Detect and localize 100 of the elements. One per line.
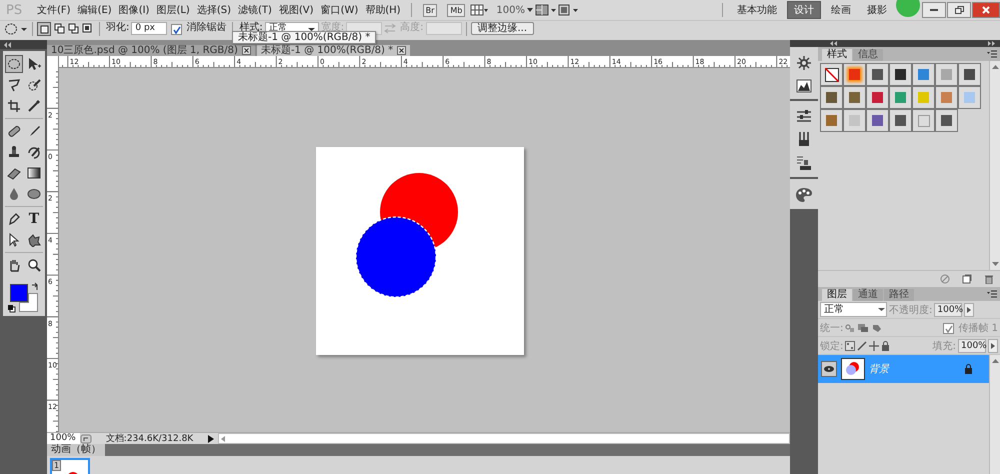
new-style-icon[interactable]	[962, 274, 972, 284]
style-swatch[interactable]	[820, 86, 843, 109]
style-swatch[interactable]	[843, 109, 866, 132]
selection-mode-button[interactable]	[53, 22, 65, 34]
visibility-toggle[interactable]	[821, 361, 837, 377]
vertical-scrollbar[interactable]	[989, 355, 1000, 474]
mini-bridge-button[interactable]: Mb	[447, 4, 466, 16]
background-color-swatch[interactable]	[19, 293, 38, 312]
scroll-up-icon[interactable]	[992, 358, 998, 363]
brush-presets-icon[interactable]	[796, 131, 812, 147]
panel-tab[interactable]: 通道	[853, 289, 883, 301]
menu-item[interactable]: 图像(I)	[116, 3, 152, 17]
close-icon[interactable]	[242, 46, 251, 55]
menu-item[interactable]: 选择(S)	[194, 3, 234, 17]
ellipse-marquee-icon[interactable]	[4, 22, 20, 36]
style-swatch[interactable]	[866, 63, 889, 86]
restore-button[interactable]	[947, 2, 971, 18]
marquee-tool[interactable]	[5, 55, 23, 73]
style-swatch[interactable]	[935, 63, 958, 86]
style-swatch[interactable]	[912, 63, 935, 86]
menu-item[interactable]: 滤镜(T)	[234, 3, 275, 17]
style-swatch[interactable]	[843, 63, 866, 86]
style-swatch[interactable]	[958, 63, 981, 86]
refine-edge-button[interactable]: 调整边缘...	[470, 22, 534, 35]
unify-position-icon[interactable]	[845, 322, 856, 332]
panel-tab[interactable]: 动画（帧）	[47, 444, 105, 456]
close-icon[interactable]	[397, 46, 406, 55]
height-field[interactable]	[426, 22, 462, 35]
workspace-tab[interactable]: 绘画	[825, 2, 857, 18]
anti-alias-checkbox[interactable]	[171, 24, 182, 35]
export-icon[interactable]	[80, 434, 92, 444]
style-swatch[interactable]	[889, 109, 912, 132]
horizontal-scrollbar[interactable]	[218, 433, 790, 444]
stamp-icon[interactable]	[796, 155, 812, 171]
palette-icon[interactable]	[795, 187, 813, 203]
zoom-level[interactable]: 100%	[496, 4, 525, 16]
opacity-slider-button[interactable]	[964, 302, 974, 316]
propagate-checkbox[interactable]	[943, 323, 954, 334]
style-swatch[interactable]	[935, 109, 958, 132]
panel-tab[interactable]: 样式	[822, 49, 852, 61]
play-icon[interactable]	[207, 434, 215, 444]
style-swatch[interactable]	[843, 86, 866, 109]
feather-field[interactable]: 0 px	[131, 22, 168, 35]
vertical-scrollbar[interactable]	[989, 61, 1000, 270]
default-colors-icon[interactable]	[7, 304, 16, 313]
menu-item[interactable]: 视图(V)	[276, 3, 317, 17]
workspace-tab[interactable]: 摄影	[861, 2, 893, 18]
style-swatch[interactable]	[820, 109, 843, 132]
foreground-color-swatch[interactable]	[10, 284, 28, 302]
selection-mode-button[interactable]	[67, 22, 79, 34]
lock-all-icon[interactable]	[881, 340, 890, 350]
style-swatch[interactable]	[912, 109, 935, 132]
gear-icon[interactable]	[796, 55, 812, 71]
opacity-field[interactable]: 100%	[934, 302, 962, 316]
style-swatch[interactable]	[866, 86, 889, 109]
zoom-field[interactable]: 100%	[47, 433, 80, 444]
panel-menu-icon[interactable]	[987, 50, 997, 58]
animation-frame[interactable]: 1	[50, 458, 90, 474]
menu-item[interactable]: 帮助(H)	[362, 3, 404, 17]
grid-icon[interactable]	[470, 4, 488, 16]
menu-item[interactable]: 编辑(E)	[74, 3, 115, 17]
style-swatch[interactable]	[935, 86, 958, 109]
bridge-button[interactable]: Br	[422, 4, 438, 16]
scroll-up-icon[interactable]	[992, 64, 998, 69]
minimize-button[interactable]	[922, 2, 946, 18]
fill-field[interactable]: 100%	[958, 338, 986, 352]
screen-mode-icon[interactable]	[556, 4, 579, 16]
trash-icon[interactable]	[984, 274, 994, 284]
style-swatch[interactable]	[866, 109, 889, 132]
selection-mode-button[interactable]	[81, 22, 93, 34]
style-swatch[interactable]	[820, 63, 843, 86]
swap-icon[interactable]	[31, 282, 40, 291]
unify-visibility-icon[interactable]	[857, 322, 870, 332]
fill-slider-button[interactable]	[988, 338, 998, 352]
panel-tab[interactable]: 信息	[853, 49, 883, 61]
lock-pixels-icon[interactable]	[845, 340, 856, 350]
menu-item[interactable]: 窗口(W)	[318, 3, 362, 17]
workspace-tab[interactable]: 设计	[787, 1, 821, 19]
panel-menu-icon[interactable]	[987, 290, 997, 298]
menu-item[interactable]: 图层(L)	[153, 3, 193, 17]
menu-item[interactable]: 文件(F)	[34, 3, 74, 17]
type-tool[interactable]: T	[25, 210, 43, 228]
workspace-tab[interactable]: 基本功能	[731, 2, 783, 18]
lock-move-icon[interactable]	[869, 340, 880, 350]
style-swatch[interactable]	[889, 63, 912, 86]
scroll-down-icon[interactable]	[992, 262, 998, 267]
sliders-icon[interactable]	[796, 109, 812, 123]
lock-paint-icon[interactable]	[857, 340, 868, 350]
close-button[interactable]	[972, 2, 1000, 18]
style-swatch[interactable]	[889, 86, 912, 109]
blend-mode-dropdown[interactable]: 正常	[820, 302, 887, 317]
unify-style-icon[interactable]	[871, 322, 884, 332]
panel-tab[interactable]: 路径	[884, 289, 914, 301]
selection-mode-button[interactable]	[37, 22, 51, 36]
histogram-icon[interactable]	[796, 79, 812, 93]
layout-icon[interactable]	[534, 4, 557, 16]
style-swatch[interactable]	[958, 86, 981, 109]
style-swatch[interactable]	[912, 86, 935, 109]
panel-tab[interactable]: 图层	[822, 289, 852, 301]
crop-tool[interactable]	[5, 97, 23, 115]
